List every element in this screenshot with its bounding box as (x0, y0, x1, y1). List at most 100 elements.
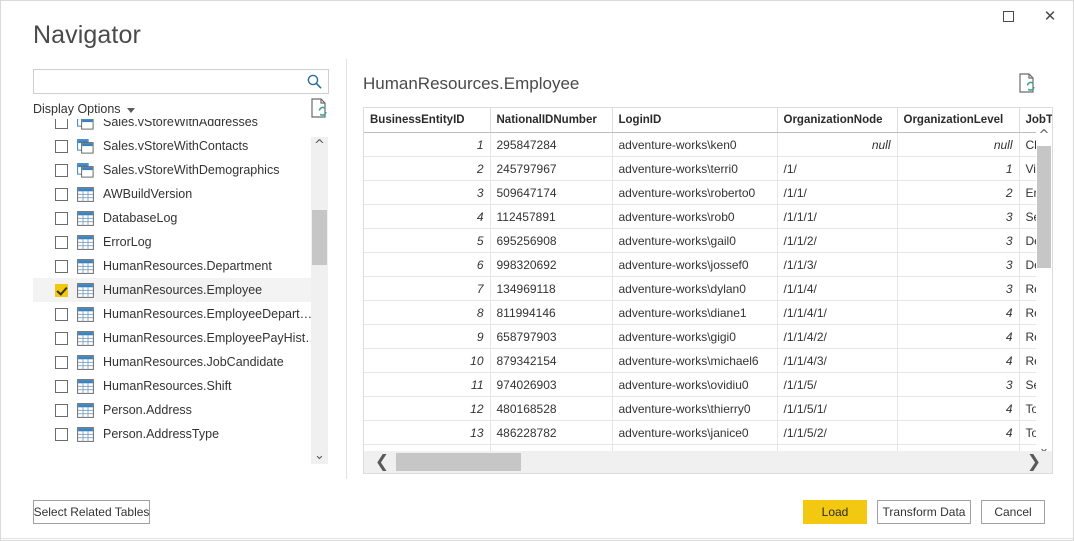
table-cell: 4 (897, 420, 1020, 445)
table-row[interactable]: 2 245797967 adventure-works\terri0/1/1 Vic (364, 156, 1052, 181)
checkbox-unchecked[interactable] (55, 379, 68, 393)
tree-item-label: HumanResources.JobCandidate (103, 355, 284, 369)
checkbox-unchecked[interactable] (55, 331, 68, 345)
search-box[interactable] (33, 69, 329, 95)
tree-item[interactable]: AWBuildVersion (33, 182, 318, 206)
checkbox-unchecked[interactable] (55, 187, 68, 201)
table-cell: 2 (364, 156, 491, 181)
table-cell: 7 (364, 276, 491, 301)
title-bar: ✕ (1, 1, 1073, 31)
column-header[interactable]: OrganizationNode (777, 108, 898, 133)
table-row[interactable]: 4112457891adventure-works\rob0/1/1/1/3Se… (364, 204, 1052, 229)
grid-vertical-scrollbar[interactable]: ^ ⌄ (1036, 127, 1052, 457)
tree-item[interactable]: Person.AddressType (33, 422, 318, 446)
left-pane: Display Options (33, 69, 337, 118)
tree-item[interactable]: HumanResources.Shift (33, 374, 318, 398)
checkbox-unchecked[interactable] (55, 163, 68, 177)
scroll-up-icon[interactable]: ^ (311, 137, 328, 154)
close-button[interactable]: ✕ (1029, 1, 1071, 31)
table-cell: adventure-works\janice0 (612, 420, 778, 445)
table-row[interactable]: 10 879342154 adventure-works\michael6/1/1/… (364, 348, 1052, 373)
column-header[interactable]: LoginID (612, 108, 778, 133)
navigator-dialog: ✕ Navigator Display Options Sales.vStore… (0, 0, 1074, 541)
table-cell: 3 (897, 276, 1020, 301)
tree-item[interactable]: DatabaseLog (33, 206, 318, 230)
table-cell: 13 (364, 420, 491, 445)
table-row[interactable]: 8 811994146 adventure-works\diane1/1/1/4/1… (364, 300, 1052, 325)
tree-item[interactable]: Sales.vStoreWithAddresses (33, 119, 318, 134)
tree-item-label: Person.AddressType (103, 427, 220, 441)
table-cell: 295847284 (490, 132, 613, 157)
column-header[interactable]: BusinessEntityID (364, 108, 491, 133)
table-row[interactable]: 1 295847284 adventure-works\ken0 null null Ch… (364, 132, 1052, 157)
table-row[interactable]: 6 998320692 adventure-works\jossef0/1/1/3/… (364, 252, 1052, 277)
tree-vertical-scrollbar[interactable]: ^ ⌄ (311, 137, 328, 464)
footer-separator (1, 538, 1073, 539)
checkbox-unchecked[interactable] (55, 211, 68, 225)
column-header[interactable]: NationalIDNumber (490, 108, 613, 133)
checkbox-unchecked[interactable] (55, 307, 68, 321)
tree-item[interactable]: HumanResources.Employee (33, 278, 318, 302)
grid-scroll-up-icon[interactable]: ^ (1036, 127, 1052, 144)
tree-item-label: HumanResources.EmployeePayHistory (103, 331, 318, 345)
table-cell: 134969118 (490, 276, 613, 301)
tree-item-label: Sales.vStoreWithAddresses (103, 119, 258, 129)
search-input[interactable] (40, 70, 306, 95)
view-icon (77, 162, 94, 178)
table-row[interactable]: 7 134969118 adventure-works\dylan0/1/1/4/3… (364, 276, 1052, 301)
tree-item[interactable]: ErrorLog (33, 230, 318, 254)
tree-item[interactable]: Sales.vStoreWithContacts (33, 134, 318, 158)
tree-item[interactable]: HumanResources.JobCandidate (33, 350, 318, 374)
checkbox-unchecked[interactable] (55, 235, 68, 249)
tree-scroll-thumb[interactable] (312, 210, 327, 265)
preview-refresh-document-icon[interactable] (1017, 72, 1037, 94)
checkbox-unchecked[interactable] (55, 427, 68, 441)
select-related-tables-button[interactable]: Select Related Tables (33, 500, 150, 524)
tree-item[interactable]: HumanResources.EmployeePayHistory (33, 326, 318, 350)
checkbox-unchecked[interactable] (55, 355, 68, 369)
transform-data-button[interactable]: Transform Data (877, 500, 971, 524)
table-cell: /1/1/5/ (777, 372, 898, 397)
column-header[interactable]: OrganizationLevel (897, 108, 1020, 133)
table-cell: adventure-works\diane1 (612, 300, 778, 325)
table-row[interactable]: 13 486228782 adventure-works\janice0/1/1/5… (364, 420, 1052, 445)
table-cell: 811994146 (490, 300, 613, 325)
maximize-icon (1002, 10, 1014, 22)
data-preview-grid[interactable]: BusinessEntityID NationalIDNumber LoginID O… (363, 107, 1053, 474)
display-options-label: Display Options (33, 102, 121, 116)
object-tree[interactable]: Sales.vStoreWithAddresses Sales.vStoreWit… (33, 119, 337, 464)
table-cell: 9 (364, 324, 491, 349)
table-icon (77, 210, 94, 226)
table-row[interactable]: 11 974026903 adventure-works\ovidiu0/1/1/5… (364, 372, 1052, 397)
tree-item[interactable]: Sales.vStoreWithDemographics (33, 158, 318, 182)
table-row[interactable]: 3 509647174 adventure-works\roberto0/1/1/2… (364, 180, 1052, 205)
table-row[interactable]: 5695256908adventure-works\gail0/1/1/2/3D… (364, 228, 1052, 253)
maximize-button[interactable] (987, 1, 1029, 31)
cancel-button[interactable]: Cancel (981, 500, 1045, 524)
grid-horizontal-scrollbar[interactable]: ❮ ❯ (364, 451, 1052, 473)
tree-item[interactable]: HumanResources.EmployeeDepartmen... (33, 302, 318, 326)
grid-scroll-right-icon[interactable]: ❯ (1024, 451, 1044, 473)
checkbox-unchecked[interactable] (55, 403, 68, 417)
display-options-dropdown[interactable]: Display Options (33, 102, 135, 116)
table-cell: null (777, 132, 898, 157)
checkbox-unchecked[interactable] (55, 119, 68, 129)
checkbox-unchecked[interactable] (55, 259, 68, 273)
table-cell: /1/ (777, 156, 898, 181)
checkbox-checked[interactable] (55, 283, 68, 297)
table-icon (77, 354, 94, 370)
tree-item[interactable]: HumanResources.Department (33, 254, 318, 278)
table-cell: adventure-works\rob0 (612, 204, 778, 229)
grid-scroll-left-icon[interactable]: ❮ (372, 451, 392, 473)
load-button[interactable]: Load (803, 500, 867, 524)
scroll-down-icon[interactable]: ⌄ (311, 447, 328, 464)
checkbox-unchecked[interactable] (55, 139, 68, 153)
tree-item[interactable]: Person.Address (33, 398, 318, 422)
table-cell: adventure-works\ken0 (612, 132, 778, 157)
table-row[interactable]: 9 658797903 adventure-works\gigi0/1/1/4/2/… (364, 324, 1052, 349)
refresh-document-icon[interactable] (309, 97, 329, 119)
grid-vertical-scroll-thumb[interactable] (1037, 146, 1051, 268)
search-icon[interactable] (306, 73, 323, 90)
grid-horizontal-scroll-thumb[interactable] (396, 453, 521, 471)
table-row[interactable]: 12 480168528 adventure-works\thierry0/1/1/… (364, 396, 1052, 421)
